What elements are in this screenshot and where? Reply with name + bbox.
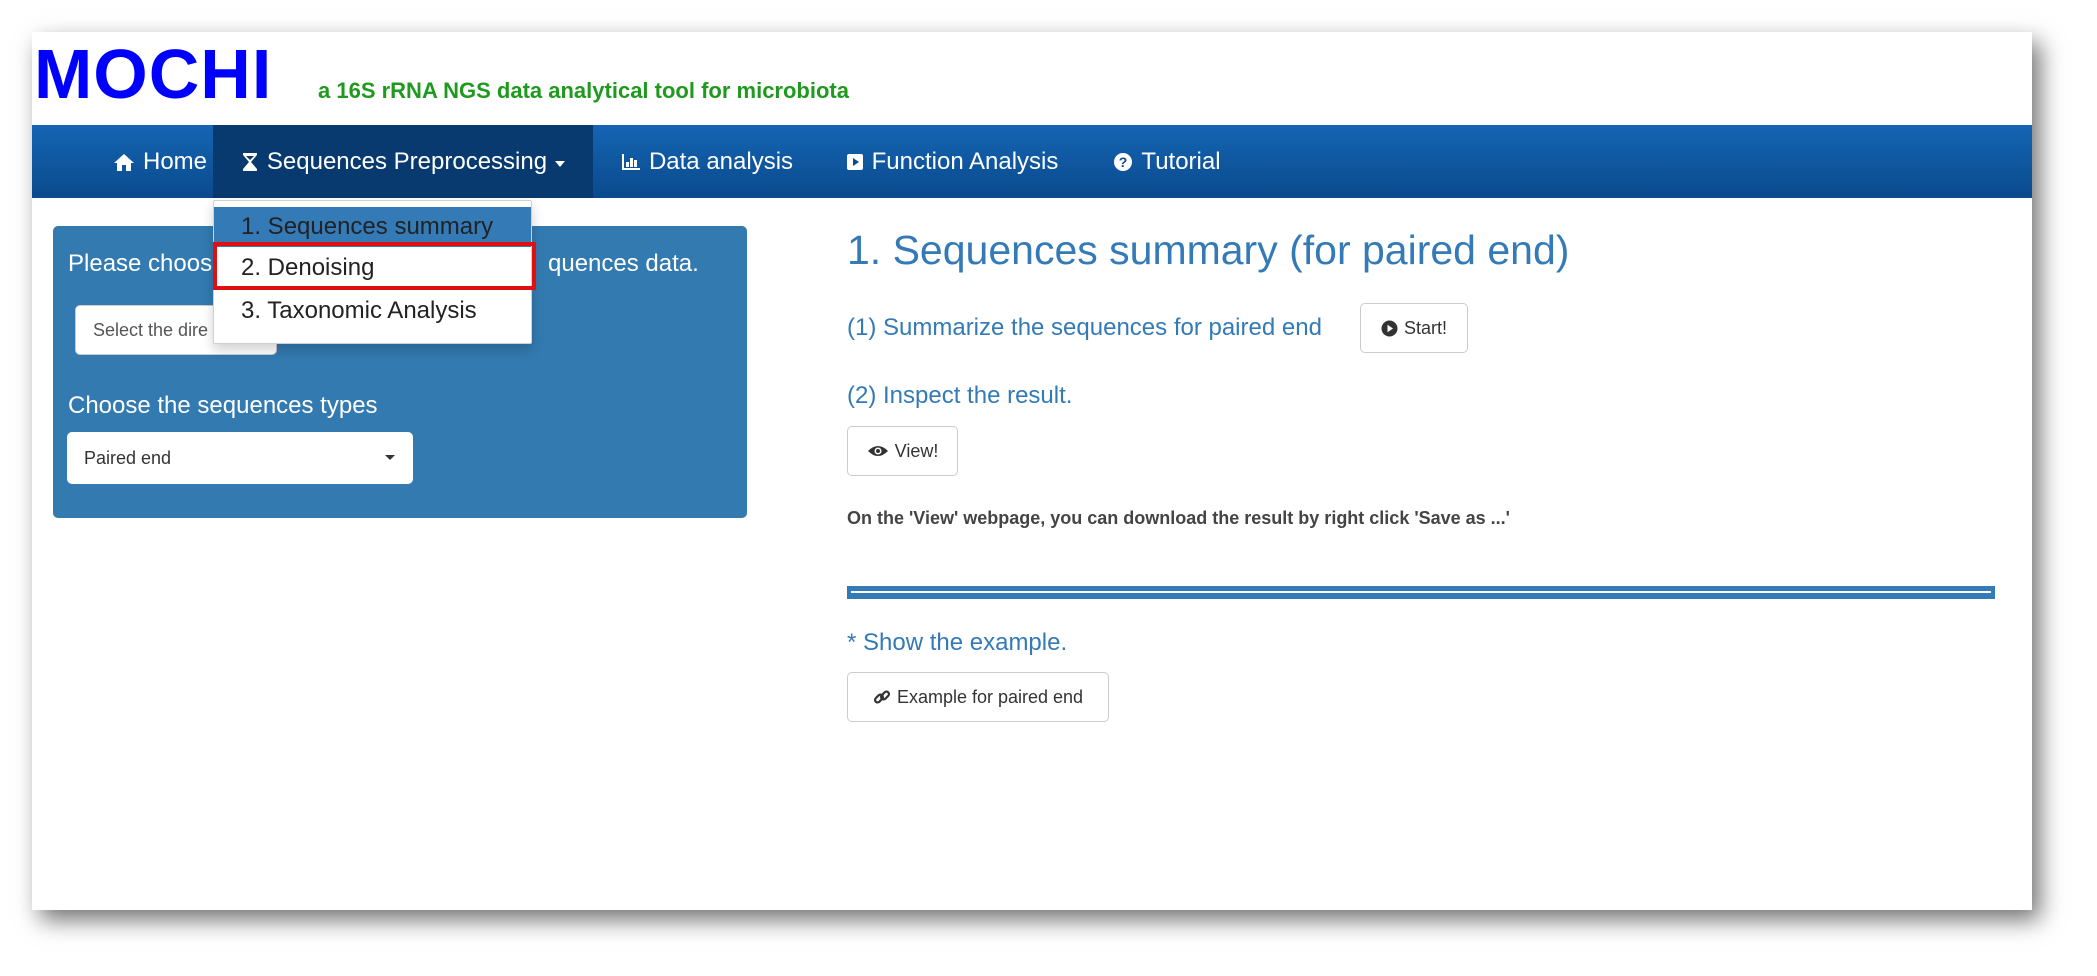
sequence-type-value: Paired end (84, 447, 172, 468)
menu-item-label: 1. Sequences summary (241, 213, 494, 240)
app-tagline: a 16S rRNA NGS data analytical tool for … (318, 78, 849, 103)
menu-item-sequences-summary[interactable]: 1. Sequences summary (214, 207, 531, 247)
app-window: MOCHI a 16S rRNA NGS data analytical too… (32, 32, 2032, 910)
denoising-highlight-box (213, 242, 536, 290)
example-heading: * Show the example. (847, 629, 1068, 656)
eye-icon (867, 446, 888, 456)
main-navbar: Home Sequences Preprocessing Data analys… (32, 125, 2032, 198)
nav-data-analysis-label: Data analysis (648, 147, 794, 175)
link-icon (873, 690, 890, 704)
play-circle-icon (1381, 320, 1398, 336)
example-button[interactable]: Example for paired end (847, 672, 1109, 722)
nav-data-analysis[interactable]: Data analysis (593, 125, 821, 198)
app-logo: MOCHI (34, 35, 273, 113)
chevron-down-icon (555, 160, 566, 167)
step2-label: (2) Inspect the result. (847, 382, 1073, 409)
start-button-label: Start! (1403, 317, 1447, 338)
hourglass-icon (241, 152, 259, 172)
start-button[interactable]: Start! (1360, 303, 1468, 353)
view-button[interactable]: View! (847, 426, 958, 476)
nav-tutorial[interactable]: ? Tutorial (1083, 125, 1251, 198)
nav-sequences-preprocessing-label: Sequences Preprocessing (266, 147, 548, 175)
nav-home-label: Home (142, 147, 208, 175)
svg-text:?: ? (1119, 154, 1128, 170)
sequence-type-select[interactable]: Paired end (67, 432, 413, 484)
chevron-down-icon (385, 455, 395, 460)
nav-sequences-preprocessing[interactable]: Sequences Preprocessing (213, 125, 593, 198)
nav-function-analysis[interactable]: Function Analysis (821, 125, 1083, 198)
question-circle-icon: ? (1113, 152, 1133, 172)
step1-label: (1) Summarize the sequences for paired e… (847, 314, 1322, 341)
play-square-icon (846, 153, 864, 171)
home-icon (113, 152, 135, 172)
section-divider (847, 586, 1995, 599)
bar-chart-icon (621, 153, 641, 171)
view-button-label: View! (894, 440, 939, 461)
download-note: On the 'View' webpage, you can download … (847, 508, 1510, 528)
page-header: MOCHI a 16S rRNA NGS data analytical too… (32, 32, 2032, 125)
page-title: 1. Sequences summary (for paired end) (847, 227, 1570, 273)
directory-label-prefix: Please choos (68, 250, 213, 277)
nav-function-analysis-label: Function Analysis (871, 147, 1059, 175)
nav-tutorial-label: Tutorial (1141, 147, 1221, 175)
sequence-types-label: Choose the sequences types (68, 392, 378, 419)
example-button-label: Example for paired end (896, 686, 1084, 707)
directory-label-suffix: quences data. (548, 250, 699, 277)
menu-item-label: 3. Taxonomic Analysis (241, 297, 477, 324)
menu-item-taxonomic-analysis[interactable]: 3. Taxonomic Analysis (214, 291, 531, 331)
